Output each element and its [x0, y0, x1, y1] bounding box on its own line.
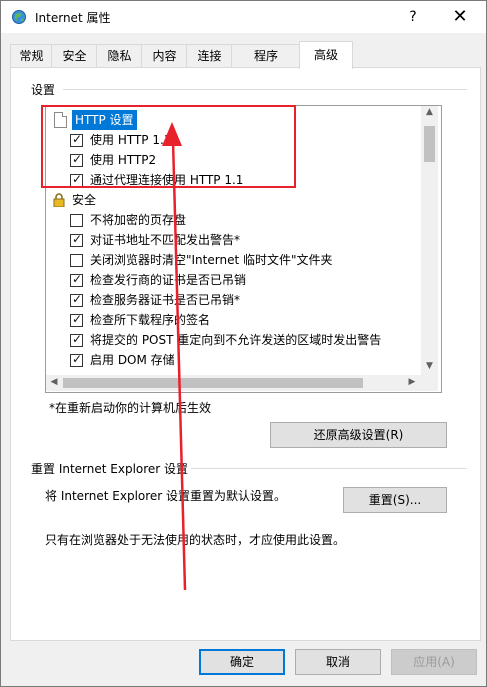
checkbox-label: 使用 HTTP2: [90, 153, 157, 167]
horizontal-scroll-thumb[interactable]: [63, 378, 363, 388]
checkbox[interactable]: ✓: [70, 232, 83, 247]
check-mark-icon: ✓: [72, 332, 83, 346]
tab-advanced[interactable]: 高级: [299, 41, 353, 69]
checkbox[interactable]: ✓: [70, 272, 83, 287]
help-button[interactable]: ?: [399, 3, 427, 31]
reset-info: 只有在浏览器处于无法使用的状态时，才应使用此设置。: [45, 533, 346, 547]
tab-general[interactable]: 常规: [10, 44, 53, 67]
lock-icon: [53, 193, 65, 207]
tab-privacy[interactable]: 隐私: [96, 44, 143, 67]
document-icon: [54, 112, 67, 128]
vertical-scroll-thumb[interactable]: [424, 126, 435, 162]
settings-group-label: 设置: [31, 81, 60, 98]
check-mark-icon: ✓: [72, 152, 83, 166]
checkbox[interactable]: ✓: [70, 332, 83, 347]
check-mark-icon: ✓: [72, 292, 83, 306]
settings-tree[interactable]: HTTP 设置 ✓ 使用 HTTP 1.1 ✓ 使用 HTTP2 ✓ 通过代理连…: [45, 105, 442, 393]
checkbox[interactable]: ✓: [70, 292, 83, 307]
check-mark-icon: ✓: [72, 272, 83, 286]
checkbox-label: 关闭浏览器时清空"Internet 临时文件"文件夹: [90, 253, 333, 267]
security-label: 安全: [72, 193, 97, 207]
checkbox[interactable]: ✓: [70, 152, 83, 167]
apply-button[interactable]: 应用(A): [391, 649, 477, 675]
checkbox[interactable]: ✓: [70, 172, 83, 187]
ok-button[interactable]: 确定: [199, 649, 285, 675]
tab-programs[interactable]: 程序: [231, 44, 301, 67]
scroll-left-arrow-icon[interactable]: ◀: [48, 377, 60, 387]
reset-button[interactable]: 重置(S)...: [343, 487, 447, 513]
checkbox-label: 对证书地址不匹配发出警告*: [90, 233, 241, 247]
checkbox-label: 不将加密的页存盘: [90, 213, 187, 227]
checkbox[interactable]: ✓: [70, 352, 83, 367]
check-mark-icon: ✓: [72, 312, 83, 326]
cancel-button[interactable]: 取消: [295, 649, 381, 675]
reset-group-divider: [191, 468, 467, 469]
checkbox[interactable]: [70, 254, 83, 267]
check-mark-icon: ✓: [72, 132, 83, 146]
check-mark-icon: ✓: [72, 172, 83, 186]
settings-group-divider: [63, 89, 467, 90]
internet-globe-icon: [12, 10, 26, 24]
close-button[interactable]: ✕: [442, 3, 478, 31]
http-settings-label: HTTP 设置: [72, 110, 137, 130]
reset-group-label: 重置 Internet Explorer 设置: [31, 462, 189, 476]
check-mark-icon: ✓: [72, 352, 83, 366]
checkbox[interactable]: ✓: [70, 132, 83, 147]
tab-content[interactable]: 内容: [141, 44, 188, 67]
checkbox-label: 使用 HTTP 1.1: [90, 133, 172, 147]
scroll-down-arrow-icon[interactable]: ▼: [421, 361, 438, 371]
window-title: Internet 属性: [35, 11, 111, 25]
internet-properties-dialog: Internet 属性 ? ✕ 常规 安全 隐私 内容 连接 程序 高级 设置 …: [0, 0, 487, 687]
title-bar: Internet 属性 ? ✕: [1, 1, 486, 33]
checkbox-label: 检查所下载程序的签名: [90, 313, 211, 327]
restore-advanced-settings-button[interactable]: 还原高级设置(R): [270, 422, 447, 448]
checkbox-label: 将提交的 POST 重定向到不允许发送的区域时发出警告: [90, 333, 382, 347]
checkbox[interactable]: [70, 214, 83, 227]
scrollbar-corner: [421, 375, 438, 391]
checkbox-label: 检查发行商的证书是否已吊销: [90, 273, 247, 287]
check-mark-icon: ✓: [72, 232, 83, 246]
checkbox[interactable]: ✓: [70, 312, 83, 327]
checkbox-label: 启用 DOM 存储: [90, 353, 175, 367]
reset-description: 将 Internet Explorer 设置重置为默认设置。: [45, 489, 287, 503]
restart-note: *在重新启动你的计算机后生效: [49, 401, 212, 415]
scroll-right-arrow-icon[interactable]: ▶: [406, 377, 418, 387]
scroll-up-arrow-icon[interactable]: ▲: [421, 107, 438, 117]
checkbox-label: 通过代理连接使用 HTTP 1.1: [90, 173, 244, 187]
tab-connections[interactable]: 连接: [186, 44, 233, 67]
checkbox-label: 检查服务器证书是否已吊销*: [90, 293, 241, 307]
tab-security[interactable]: 安全: [51, 44, 98, 67]
